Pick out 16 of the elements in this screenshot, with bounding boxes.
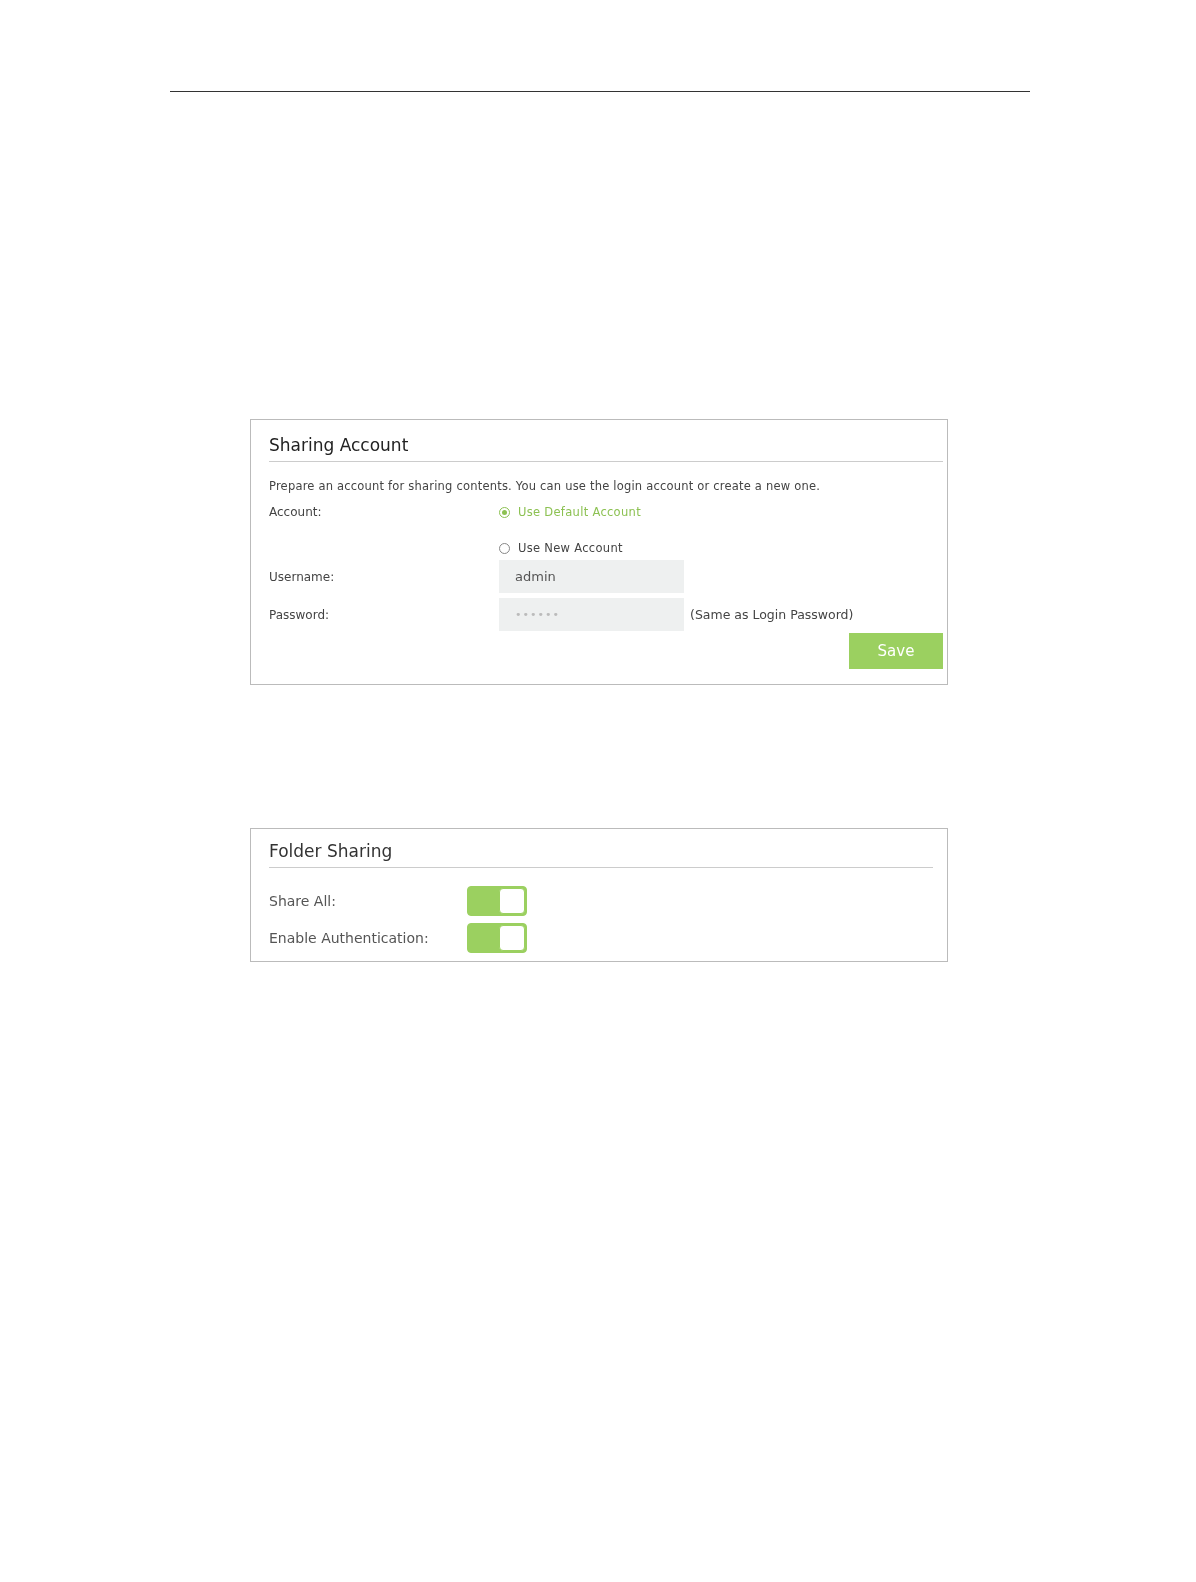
- account-label: Account:: [269, 505, 323, 519]
- toggle-switch[interactable]: [467, 886, 527, 916]
- username-label: Username:: [269, 569, 336, 584]
- panel-title: Sharing Account: [269, 420, 943, 462]
- toggle-label: Enable Authentication:: [269, 930, 430, 946]
- toggle-switch[interactable]: [467, 923, 527, 953]
- password-note: (Same as Login Password): [690, 607, 854, 622]
- save-button[interactable]: Save: [849, 633, 943, 669]
- radio-option[interactable]: Use New Account: [499, 541, 943, 555]
- password-label: Password:: [269, 607, 331, 622]
- toggle-label: Share All:: [269, 893, 337, 909]
- password-field[interactable]: ••••••: [499, 598, 684, 631]
- description-text: Prepare an account for sharing contents. You can use the login account or create a new one.: [269, 479, 822, 493]
- username-field[interactable]: admin: [499, 560, 684, 593]
- panel-title: Folder Sharing: [269, 829, 933, 868]
- radio-option[interactable]: Use Default Account: [499, 505, 943, 519]
